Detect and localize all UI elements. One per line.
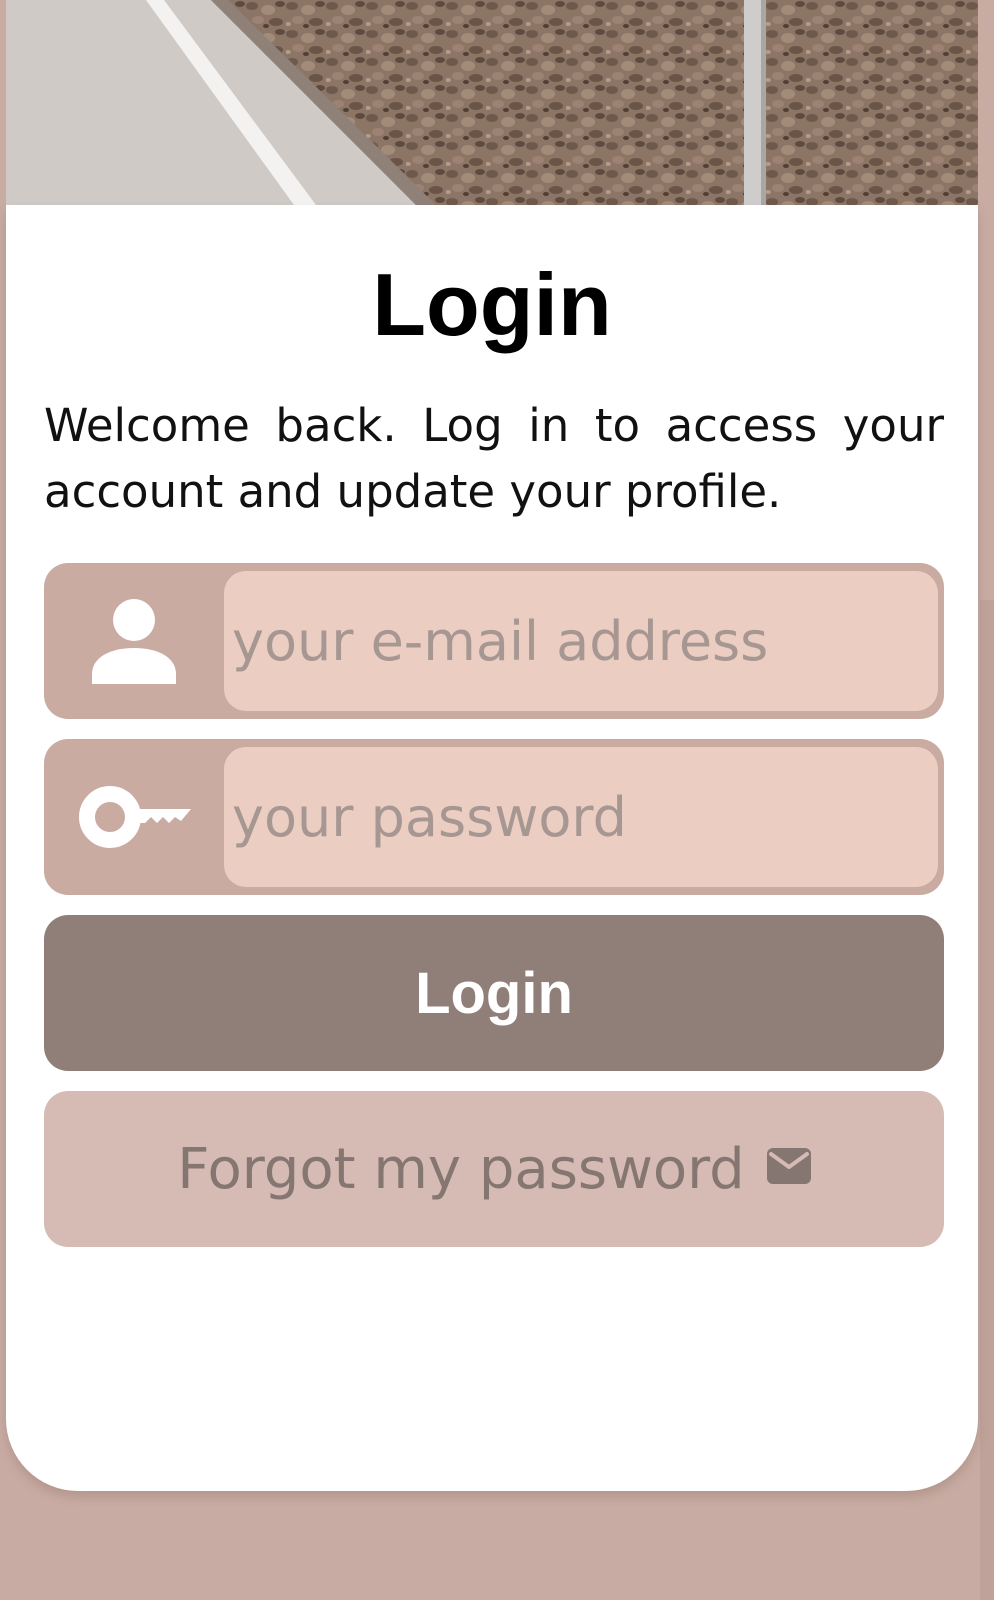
forgot-password-label: Forgot my password (177, 1136, 745, 1202)
login-card: Login Welcome back. Log in to access you… (6, 205, 978, 1491)
welcome-text: Welcome back. Log in to access your acco… (44, 399, 944, 518)
login-screen: Login Welcome back. Log in to access you… (0, 0, 994, 1600)
email-input-wrapper (224, 571, 938, 711)
email-field-group (44, 563, 944, 719)
login-button[interactable]: Login (44, 915, 944, 1071)
email-input[interactable] (224, 571, 938, 711)
forgot-password-button[interactable]: Forgot my password (44, 1091, 944, 1247)
page-title: Login (372, 255, 612, 354)
key-icon (44, 739, 224, 895)
header-photo (6, 0, 978, 205)
envelope-icon (766, 1148, 811, 1184)
password-field-group (44, 739, 944, 895)
user-icon (44, 563, 224, 719)
password-input[interactable] (224, 747, 938, 887)
password-input-wrapper (224, 747, 938, 887)
background-edge (980, 600, 994, 1600)
